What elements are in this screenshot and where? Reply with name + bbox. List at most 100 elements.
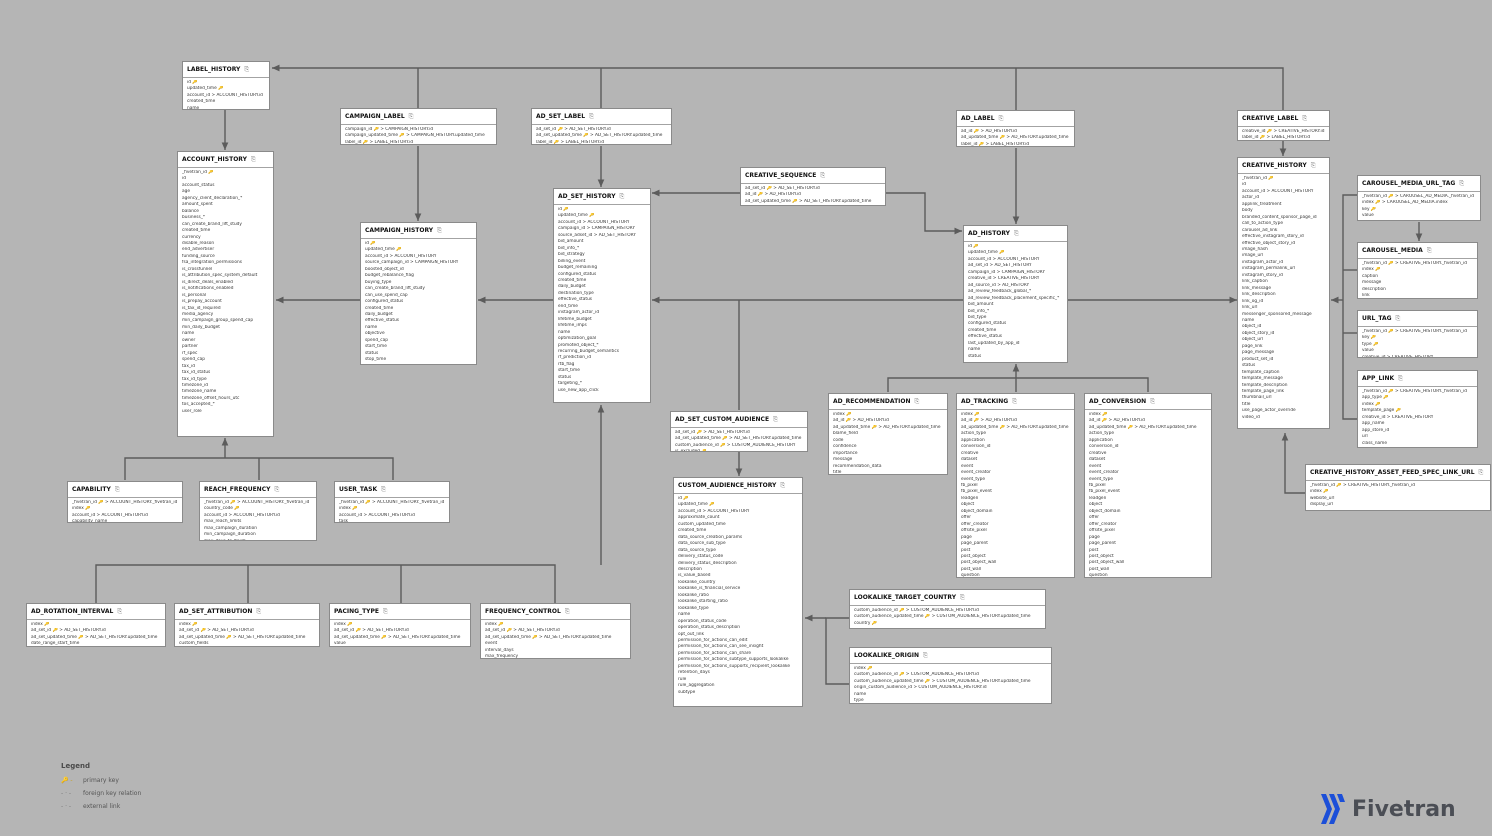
link-icon[interactable]: ⎘ bbox=[256, 608, 261, 616]
link-icon[interactable]: ⎘ bbox=[251, 156, 256, 164]
table-field: title bbox=[833, 470, 842, 475]
link-icon[interactable]: ⎘ bbox=[1396, 315, 1401, 323]
table-field: question bbox=[1089, 573, 1108, 578]
table-ad-history[interactable]: AD_HISTORY ⎘ id 🔑 updated_time 🔑 account_id… bbox=[963, 225, 1068, 363]
table-ad-set-history[interactable]: AD_SET_HISTORY ⎘ id 🔑 updated_time 🔑 accoun… bbox=[553, 188, 651, 403]
table-header: CREATIVE_HISTORY ⎘ bbox=[1238, 158, 1329, 174]
table-field: package_name bbox=[1362, 447, 1473, 448]
link-icon[interactable]: ⎘ bbox=[565, 608, 570, 616]
table-creative-history-asset-feed-spec-link-url[interactable]: CREATIVE_HISTORY_ASSET_FEED_SPEC_LINK_UR… bbox=[1305, 464, 1491, 511]
link-icon[interactable]: ⎘ bbox=[381, 486, 386, 494]
table-name: AD_HISTORY bbox=[968, 230, 1011, 237]
link-icon[interactable]: ⎘ bbox=[437, 227, 442, 235]
table-reach-frequency[interactable]: REACH_FREQUENCY ⎘ _fivetran_id 🔑 > ACCOUN… bbox=[199, 481, 317, 541]
table-field: is_excluded 🔑 bbox=[675, 449, 707, 452]
table-field: ad_set_updated_time 🔑 > AD_SET_HISTORY.u… bbox=[675, 436, 802, 442]
table-ad-conversion[interactable]: AD_CONVERSION ⎘ index 🔑 ad_id 🔑 > AD_HISTO… bbox=[1084, 393, 1212, 578]
link-icon[interactable]: ⎘ bbox=[1014, 230, 1019, 238]
table-ad-set-label[interactable]: AD_SET_LABEL ⎘ ad_set_id 🔑 > AD_SET_HISTO… bbox=[531, 108, 672, 145]
field-list: _fivetran_id 🔑 id account_id > ACCOUNT_HIS… bbox=[1238, 174, 1329, 423]
link-icon[interactable]: ⎘ bbox=[409, 113, 414, 121]
table-custom-audience-history[interactable]: CUSTOM_AUDIENCE_HISTORY ⎘ id 🔑 updated_tim… bbox=[673, 477, 803, 707]
link-icon[interactable]: ⎘ bbox=[923, 652, 928, 660]
table-ad-set-attribution[interactable]: AD_SET_ATTRIBUTION ⎘ index 🔑 ad_set_id 🔑 >… bbox=[174, 603, 320, 647]
table-user-task[interactable]: USER_TASK ⎘ _fivetran_id 🔑 > ACCOUNT_HIST… bbox=[334, 481, 450, 523]
table-field: is_attribution_spec_system_default bbox=[182, 273, 258, 279]
table-ad-recommendation[interactable]: AD_RECOMMENDATION ⎘ index 🔑 ad_id 🔑 > AD_H… bbox=[828, 393, 948, 475]
table-lookalike-origin[interactable]: LOOKALIKE_ORIGIN ⎘ index 🔑 custom_audience… bbox=[849, 647, 1052, 704]
link-icon[interactable]: ⎘ bbox=[960, 594, 965, 602]
link-icon[interactable]: ⎘ bbox=[780, 482, 785, 490]
relation-line-icon: - · - bbox=[61, 790, 72, 797]
table-creative-sequence[interactable]: CREATIVE_SEQUENCE ⎘ ad_set_id 🔑 > AD_SET_… bbox=[740, 167, 886, 206]
key-icon: 🔑 - bbox=[61, 777, 73, 784]
table-ad-rotation-interval[interactable]: AD_ROTATION_INTERVAL ⎘ index 🔑 ad_set_id 🔑… bbox=[26, 603, 166, 647]
table-name: CREATIVE_HISTORY bbox=[1242, 162, 1307, 169]
table-name: LABEL_HISTORY bbox=[187, 66, 241, 73]
link-icon[interactable]: ⎘ bbox=[773, 416, 778, 424]
field-list: campaign_id 🔑 > CAMPAIGN_HISTORY.id campa… bbox=[341, 125, 496, 144]
brand-name: Fivetran bbox=[1352, 796, 1456, 822]
table-header: LOOKALIKE_ORIGIN ⎘ bbox=[850, 648, 1051, 664]
table-header: AD_SET_ATTRIBUTION ⎘ bbox=[175, 604, 319, 620]
table-ad-tracking[interactable]: AD_TRACKING ⎘ index 🔑 ad_id 🔑 > AD_HISTORY… bbox=[956, 393, 1075, 578]
link-icon[interactable]: ⎘ bbox=[1398, 375, 1403, 383]
table-name: ACCOUNT_HISTORY bbox=[182, 156, 247, 163]
link-icon[interactable]: ⎘ bbox=[274, 486, 279, 494]
table-app-link[interactable]: APP_LINK ⎘ _fivetran_id 🔑 > CREATIVE_HIST… bbox=[1357, 370, 1478, 448]
field-list: ad_set_id 🔑 > AD_SET_HISTORY.id ad_id 🔑 >… bbox=[741, 184, 885, 205]
table-carousel-media-url-tag[interactable]: CAROUSEL_MEDIA_URL_TAG ⎘ _fivetran_id 🔑 >… bbox=[1357, 175, 1481, 221]
table-creative-label[interactable]: CREATIVE_LABEL ⎘ creative_id 🔑 > CREATIVE… bbox=[1237, 110, 1330, 141]
field-list: index 🔑 ad_id 🔑 > AD_HISTORY.id ad_updated… bbox=[1085, 410, 1211, 578]
table-field: ad_set_updated_time 🔑 > AD_SET_HISTORY.u… bbox=[745, 198, 872, 204]
table-name: AD_SET_HISTORY bbox=[558, 193, 616, 200]
link-icon[interactable]: ⎘ bbox=[117, 608, 122, 616]
link-icon[interactable]: ⎘ bbox=[1311, 162, 1316, 170]
field-list: index 🔑 ad_set_id 🔑 > AD_SET_HISTORY.id ad… bbox=[330, 620, 470, 646]
table-field: label_id 🔑 > LABEL_HISTORY.id bbox=[1242, 135, 1311, 141]
link-icon[interactable]: ⎘ bbox=[589, 113, 594, 121]
table-carousel-media[interactable]: CAROUSEL_MEDIA ⎘ _fivetran_id 🔑 > CREATIV… bbox=[1357, 242, 1478, 299]
table-ad-label[interactable]: AD_LABEL ⎘ ad_id 🔑 > AD_HISTORY.id ad_upda… bbox=[956, 110, 1075, 147]
table-ad-set-custom-audience[interactable]: AD_SET_CUSTOM_AUDIENCE ⎘ ad_set_id 🔑 > AD… bbox=[670, 411, 808, 452]
table-header: CAROUSEL_MEDIA_URL_TAG ⎘ bbox=[1358, 176, 1480, 192]
link-icon[interactable]: ⎘ bbox=[1012, 398, 1017, 406]
table-campaign-label[interactable]: CAMPAIGN_LABEL ⎘ campaign_id 🔑 > CAMPAIGN… bbox=[340, 108, 497, 145]
link-icon[interactable]: ⎘ bbox=[1150, 398, 1155, 406]
table-name: LOOKALIKE_TARGET_COUNTRY bbox=[854, 594, 957, 601]
field-list: _fivetran_id 🔑 > CREATIVE_HISTORY._fivet… bbox=[1306, 481, 1490, 510]
link-icon[interactable]: ⎘ bbox=[820, 172, 825, 180]
table-name: AD_CONVERSION bbox=[1089, 398, 1147, 405]
link-icon[interactable]: ⎘ bbox=[244, 66, 249, 74]
table-lookalike-target-country[interactable]: LOOKALIKE_TARGET_COUNTRY ⎘ custom_audienc… bbox=[849, 589, 1046, 629]
link-icon[interactable]: ⎘ bbox=[999, 115, 1004, 123]
table-header: REACH_FREQUENCY ⎘ bbox=[200, 482, 316, 498]
table-frequency-control[interactable]: FREQUENCY_CONTROL ⎘ index 🔑 ad_set_id 🔑 > … bbox=[480, 603, 631, 659]
table-capability[interactable]: CAPABILITY ⎘ _fivetran_id 🔑 > ACCOUNT_HIS… bbox=[67, 481, 183, 523]
table-field: campaign_id > CAMPAIGN_HISTORY bbox=[558, 226, 636, 232]
link-icon[interactable]: ⎘ bbox=[1427, 247, 1432, 255]
table-field: use_new_app_click bbox=[558, 387, 599, 393]
link-icon[interactable]: ⎘ bbox=[1459, 180, 1464, 188]
table-account-history[interactable]: ACCOUNT_HISTORY ⎘ _fivetran_id 🔑 id account… bbox=[177, 151, 274, 437]
table-name: CREATIVE_LABEL bbox=[1242, 115, 1299, 122]
table-label-history[interactable]: LABEL_HISTORY ⎘ id 🔑 updated_time 🔑 account… bbox=[182, 61, 270, 110]
table-header: AD_RECOMMENDATION ⎘ bbox=[829, 394, 947, 410]
table-name: AD_SET_LABEL bbox=[536, 113, 586, 120]
link-icon[interactable]: ⎘ bbox=[1302, 115, 1307, 123]
table-url-tag[interactable]: URL_TAG ⎘ _fivetran_id 🔑 > CREATIVE_HISTO… bbox=[1357, 310, 1478, 358]
link-icon[interactable]: ⎘ bbox=[620, 193, 625, 201]
field-list: creative_id 🔑 > CREATIVE_HISTORY.id label… bbox=[1238, 127, 1329, 141]
table-field: date_range_start_time bbox=[31, 641, 80, 647]
legend-label: primary key bbox=[83, 777, 119, 784]
link-icon[interactable]: ⎘ bbox=[1479, 469, 1484, 477]
table-campaign-history[interactable]: CAMPAIGN_HISTORY ⎘ id 🔑 updated_time 🔑 acco… bbox=[360, 222, 477, 365]
link-icon[interactable]: ⎘ bbox=[115, 486, 120, 494]
table-field: user_role bbox=[182, 408, 202, 414]
link-icon[interactable]: ⎘ bbox=[383, 608, 388, 616]
table-pacing-type[interactable]: PACING_TYPE ⎘ index 🔑 ad_set_id 🔑 > AD_SET… bbox=[329, 603, 471, 647]
link-icon[interactable]: ⎘ bbox=[915, 398, 920, 406]
table-creative-history[interactable]: CREATIVE_HISTORY ⎘ _fivetran_id 🔑 id accoun… bbox=[1237, 157, 1330, 429]
field-list: id 🔑 updated_time 🔑 account_id > ACCOUNT_H… bbox=[183, 78, 269, 109]
table-header: AD_TRACKING ⎘ bbox=[957, 394, 1074, 410]
